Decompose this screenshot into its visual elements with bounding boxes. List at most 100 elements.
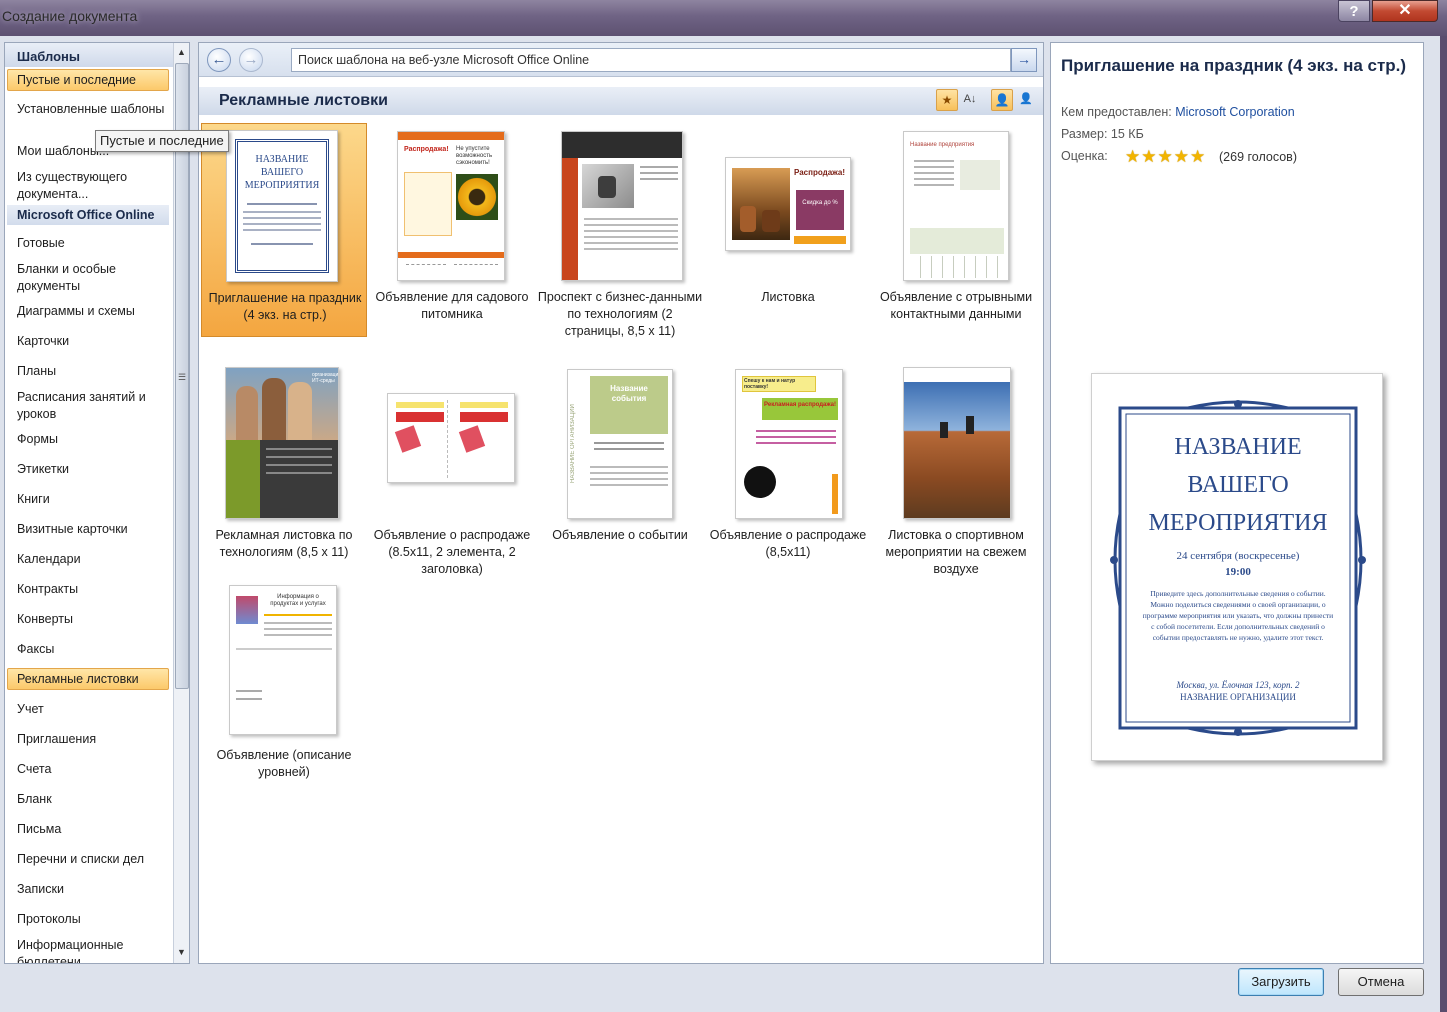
template-label: Объявление о событии	[552, 528, 688, 542]
preview-time: 19:00	[1225, 566, 1251, 578]
sidebar-item-installed[interactable]: Установленные шаблоны	[17, 101, 169, 118]
thumb-text: организация ИТ-среды	[312, 372, 339, 384]
sidebar-item-flyers[interactable]: Рекламные листовки	[17, 671, 169, 688]
template-thumbnail: НАЗВАНИЕ ОРГАНИЗАЦИИ Название события	[567, 369, 673, 519]
preview-date: 24 сентября (воскресенье)	[1176, 550, 1300, 562]
template-thumbnail: Название предприятия	[903, 131, 1009, 281]
star-rating-icon[interactable]: ★★★★★	[1125, 147, 1206, 167]
sort-alphabetical-icon[interactable]: A↓	[959, 89, 981, 111]
template-thumbnail: НАЗВАНИЕ ВАШЕГО МЕРОПРИЯТИЯ	[226, 130, 338, 282]
thumb-text: ВАШЕГО	[260, 167, 304, 178]
window-titlebar: Создание документа ? ✕	[0, 0, 1447, 36]
sidebar-item-blank[interactable]: Бланк	[17, 791, 169, 808]
template-label: Объявление о распродаже (8,5x11)	[709, 528, 867, 559]
thumb-text: НАЗВАНИЕ ОРГАНИЗАЦИИ	[570, 404, 576, 484]
template-tile[interactable]: Название предприятия Объявление с отрывн…	[873, 123, 1039, 337]
template-thumbnail: Информация о продуктах и услугах	[229, 585, 337, 735]
sidebar-item-forms[interactable]: Формы	[17, 431, 169, 448]
sidebar-item-memos[interactable]: Записки	[17, 881, 169, 898]
sidebar-item-labels[interactable]: Этикетки	[17, 461, 169, 478]
user-settings-icon[interactable]: 👤	[1015, 89, 1037, 111]
sidebar-header: Шаблоны	[5, 43, 173, 67]
thumb-text: Информация о продуктах и услугах	[270, 594, 326, 607]
gallery-section-title: Рекламные листовки	[219, 92, 388, 109]
sidebar-item-letters[interactable]: Письма	[17, 821, 169, 838]
thumb-text: МЕРОПРИЯТИЯ	[244, 180, 320, 191]
sidebar-item-ready[interactable]: Готовые	[17, 235, 169, 252]
preview-title: Приглашение на праздник (4 экз. на стр.)	[1061, 56, 1407, 75]
sort-by-rating-icon[interactable]: ★	[936, 89, 958, 111]
provider-row: Кем предоставлен: Microsoft Corporation	[1061, 105, 1295, 119]
sidebar-item-cards[interactable]: Карточки	[17, 333, 169, 350]
rating-row: Оценка: ★★★★★ (269 голосов)	[1061, 147, 1361, 166]
sidebar-item-faxes[interactable]: Факсы	[17, 641, 169, 658]
thumb-text: Не упустите возможность сэкономить!	[456, 146, 493, 166]
template-tile[interactable]: Объявление о распродаже (8.5x11, 2 элеме…	[369, 361, 535, 591]
sidebar-item-books[interactable]: Книги	[17, 491, 169, 508]
cancel-button[interactable]: Отмена	[1338, 968, 1424, 996]
sidebar-item-plans[interactable]: Планы	[17, 363, 169, 380]
scroll-down-icon[interactable]: ▼	[177, 947, 186, 957]
template-tile[interactable]: Информация о продуктах и услугах Объявле…	[201, 581, 367, 795]
sidebar-item-lists[interactable]: Перечни и списки дел	[17, 851, 169, 868]
template-thumbnail: Спешу к нам и натур поставку! Рекламная …	[735, 369, 843, 519]
thumb-text: Скидка до %	[802, 200, 838, 206]
template-thumbnail: Распродажа! Не упустите возможность сэко…	[397, 131, 505, 281]
tooltip: Пустые и последние	[95, 130, 229, 152]
window-title: Создание документа	[2, 8, 138, 24]
close-button[interactable]: ✕	[1372, 0, 1438, 22]
sidebar-item-invoices[interactable]: Счета	[17, 761, 169, 778]
help-button[interactable]: ?	[1338, 0, 1370, 22]
template-tile[interactable]: НАЗВАНИЕ ВАШЕГО МЕРОПРИЯТИЯ Приглашение …	[201, 123, 367, 337]
size-row: Размер: 15 КБ	[1061, 127, 1144, 141]
scroll-up-icon[interactable]: ▲	[177, 47, 186, 57]
votes-count: (269 голосов)	[1219, 150, 1297, 164]
sidebar-item-forms-special[interactable]: Бланки и особые документы	[17, 261, 169, 295]
provider-link[interactable]: Microsoft Corporation	[1175, 105, 1295, 119]
sidebar-item-invitations[interactable]: Приглашения	[17, 731, 169, 748]
thumb-text: НАЗВАНИЕ	[255, 154, 309, 165]
template-tile[interactable]: НАЗВАНИЕ ОРГАНИЗАЦИИ Название события Об…	[537, 361, 703, 575]
forward-arrow-icon[interactable]: →	[239, 48, 263, 72]
template-tile[interactable]: Распродажа! Не упустите возможность сэко…	[369, 123, 535, 353]
template-tile[interactable]: Спешу к нам и натур поставку! Рекламная …	[705, 361, 871, 575]
sidebar-item-newsletters[interactable]: Информационные бюллетени	[17, 937, 169, 963]
thumb-text: Название предприятия	[910, 142, 975, 148]
sidebar-item-minutes[interactable]: Протоколы	[17, 911, 169, 928]
template-tile[interactable]: организация ИТ-среды Рекламная листовка …	[201, 361, 367, 575]
search-input[interactable]: Поиск шаблона на веб-узле Microsoft Offi…	[291, 48, 1011, 72]
navigation-bar: ← → Поиск шаблона на веб-узле Microsoft …	[199, 43, 1043, 77]
template-label: Проспект с бизнес-данными по технологиям…	[537, 290, 703, 338]
template-label: Приглашение на праздник (4 экз. на стр.)	[208, 291, 362, 322]
sidebar-item-business-cards[interactable]: Визитные карточки	[17, 521, 169, 538]
template-thumbnail	[903, 367, 1011, 519]
grip-icon: ☰	[178, 372, 187, 382]
sidebar-item-contracts[interactable]: Контракты	[17, 581, 169, 598]
template-gallery: ← → Поиск шаблона на веб-узле Microsoft …	[198, 42, 1044, 964]
back-arrow-icon[interactable]: ←	[207, 48, 231, 72]
sidebar-section-office-online[interactable]: Microsoft Office Online	[17, 207, 169, 224]
sidebar-item-accounting[interactable]: Учет	[17, 701, 169, 718]
load-button[interactable]: Загрузить	[1238, 968, 1324, 996]
go-arrow-icon[interactable]: →	[1011, 48, 1037, 72]
sidebar-item-schedules[interactable]: Расписания занятий и уроков	[17, 389, 169, 423]
view-user-icon[interactable]: 👤	[991, 89, 1013, 111]
template-label: Объявление с отрывными контактными данны…	[879, 290, 1033, 321]
preview-document: НАЗВАНИЕ ВАШЕГО МЕРОПРИЯТИЯ 24 сентября …	[1091, 373, 1383, 761]
sidebar-item-blank-recent[interactable]: Пустые и последние	[17, 72, 169, 89]
template-label: Листовка	[761, 290, 815, 304]
sidebar-item-from-existing[interactable]: Из существующего документа...	[17, 169, 169, 203]
template-tile[interactable]: Проспект с бизнес-данными по технологиям…	[537, 123, 703, 373]
scrollbar-thumb[interactable]: ☰	[175, 63, 189, 689]
thumb-text: Рекламная распродажа!	[764, 402, 837, 408]
rating-label: Оценка:	[1061, 149, 1108, 163]
sidebar-scrollbar[interactable]: ▲ ☰ ▼	[173, 43, 189, 963]
template-tile[interactable]: Листовка о спортивном мероприятии на све…	[873, 361, 1039, 591]
template-tile[interactable]: Распродажа! Скидка до % Листовка	[705, 123, 871, 337]
thumb-text: Распродажа!	[794, 168, 846, 177]
sidebar-item-calendars[interactable]: Календари	[17, 551, 169, 568]
template-label: Объявление (описание уровней)	[216, 748, 352, 779]
thumb-text: Спешу к нам и натур поставку!	[744, 378, 796, 390]
sidebar-item-envelopes[interactable]: Конверты	[17, 611, 169, 628]
sidebar-item-diagrams[interactable]: Диаграммы и схемы	[17, 303, 169, 320]
